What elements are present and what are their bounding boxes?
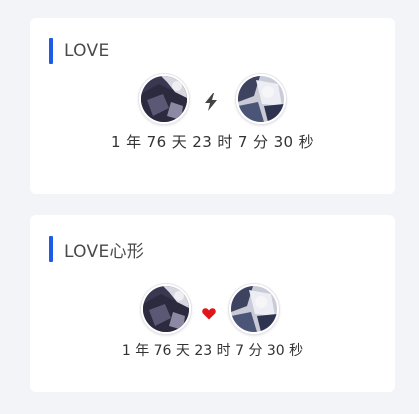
love-heart-card: LOVE心形 1 年 76 天 23 时 7 分 30 秒 <box>30 215 395 392</box>
title-accent-bar <box>49 38 53 64</box>
title-accent-bar <box>49 236 53 262</box>
card-title: LOVE心形 <box>64 241 145 262</box>
lightning-icon <box>203 93 219 111</box>
avatar-left <box>141 284 191 334</box>
love-timer: 1 年 76 天 23 时 7 分 30 秒 <box>110 133 315 151</box>
avatar-right <box>229 284 279 334</box>
avatar-left <box>139 74 189 124</box>
love-heart-timer: 1 年 76 天 23 时 7 分 30 秒 <box>121 343 304 359</box>
card-title: LOVE <box>64 41 110 61</box>
love-card: LOVE 1 年 76 天 23 时 7 分 30 秒 <box>30 18 395 194</box>
card-header: LOVE心形 <box>49 236 144 262</box>
avatar-right <box>236 74 286 124</box>
card-header: LOVE <box>49 38 110 64</box>
heart-icon <box>202 307 216 320</box>
